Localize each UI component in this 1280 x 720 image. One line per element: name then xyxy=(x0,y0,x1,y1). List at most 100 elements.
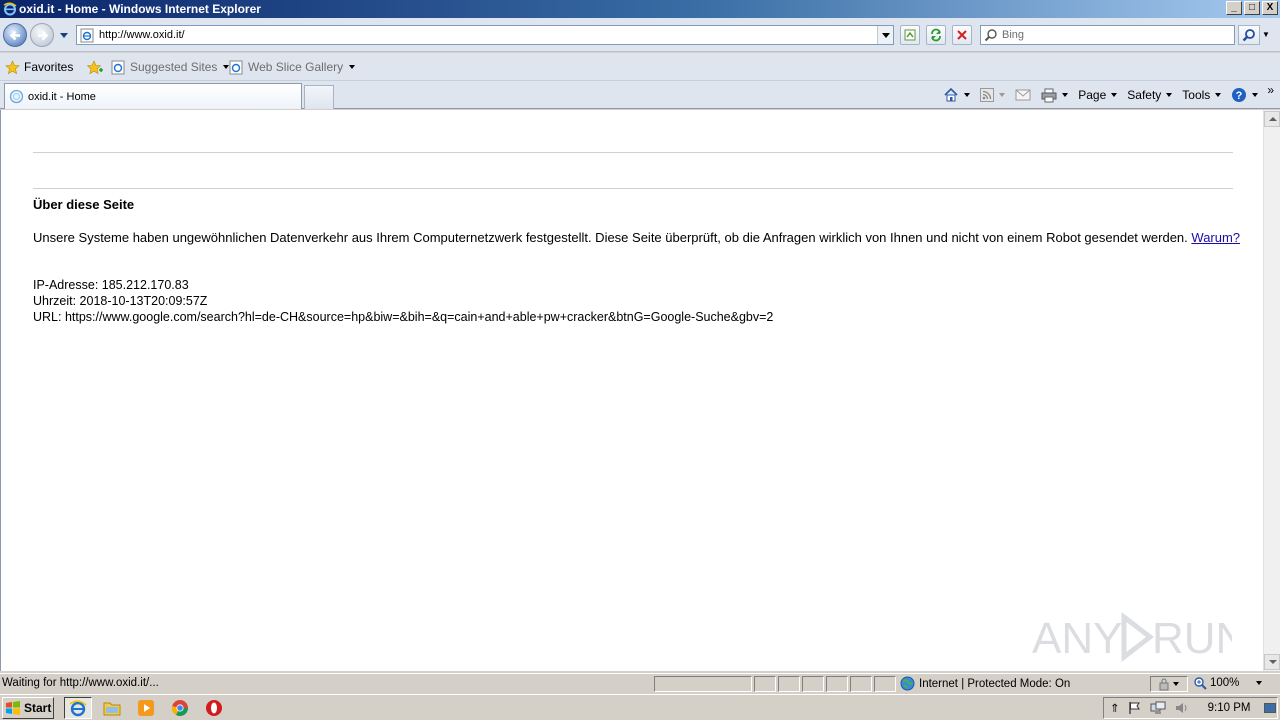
mail-icon xyxy=(1015,89,1031,101)
clock[interactable]: 9:10 PM xyxy=(1208,702,1251,714)
window-controls: _ □ X xyxy=(1226,1,1278,15)
address-dropdown-button[interactable] xyxy=(877,26,893,44)
back-button[interactable] xyxy=(3,23,27,47)
add-to-favorites-bar-button[interactable] xyxy=(86,58,104,76)
forward-button[interactable] xyxy=(30,23,54,47)
compatibility-button[interactable] xyxy=(900,25,920,45)
minimize-button[interactable]: _ xyxy=(1226,1,1242,15)
title-bar: oxid.it - Home - Windows Internet Explor… xyxy=(0,0,1280,18)
globe-icon xyxy=(900,676,915,691)
status-cell xyxy=(802,676,824,692)
lock-settings-icon xyxy=(1159,678,1179,691)
close-button[interactable]: X xyxy=(1262,1,1278,15)
command-bar: Page Safety Tools ? » xyxy=(938,81,1280,109)
address-url: http://www.oxid.it/ xyxy=(99,29,185,41)
refresh-button[interactable] xyxy=(926,25,946,45)
taskbar-explorer-button[interactable] xyxy=(98,697,126,719)
tab-loading-icon xyxy=(9,89,24,104)
vertical-scrollbar[interactable] xyxy=(1263,110,1280,671)
web-slice-gallery-dropdown-icon xyxy=(349,65,356,69)
suggested-sites-button[interactable]: Suggested Sites xyxy=(111,58,230,76)
page-ie-icon xyxy=(80,28,94,43)
tools-menu-dropdown-icon xyxy=(1215,93,1222,97)
search-options-dropdown-icon[interactable]: ▼ xyxy=(1262,30,1270,39)
maximize-button[interactable]: □ xyxy=(1244,1,1260,15)
status-cell xyxy=(874,676,896,692)
taskbar-media-player-button[interactable] xyxy=(132,697,160,719)
web-slice-gallery-label: Web Slice Gallery xyxy=(248,60,344,74)
action-center-flag-icon[interactable] xyxy=(1128,701,1142,715)
favorites-label: Favorites xyxy=(24,60,74,74)
recent-pages-dropdown-icon[interactable] xyxy=(59,30,69,40)
security-zone[interactable]: Internet | Protected Mode: On xyxy=(900,676,1070,691)
forward-arrow-icon xyxy=(38,30,49,41)
help-icon: ? xyxy=(1232,88,1247,102)
taskbar-ie-button[interactable] xyxy=(64,697,92,719)
scroll-up-button[interactable] xyxy=(1264,111,1280,127)
svg-text:?: ? xyxy=(1236,90,1243,102)
page-heading: Über diese Seite xyxy=(33,197,135,212)
status-text: Waiting for http://www.oxid.it/... xyxy=(2,677,159,689)
volume-icon[interactable] xyxy=(1174,701,1190,715)
navigation-bar: http://www.oxid.it/ Bing ▼ xyxy=(0,18,1280,52)
stop-button[interactable] xyxy=(952,25,972,45)
show-desktop-icon[interactable] xyxy=(1264,703,1277,713)
safety-menu-button[interactable]: Safety xyxy=(1122,84,1177,106)
favorites-star-icon xyxy=(5,59,20,74)
home-dropdown-icon xyxy=(964,93,971,97)
protected-mode-cell[interactable] xyxy=(1150,676,1188,692)
feeds-dropdown-icon xyxy=(999,93,1006,97)
ip-address-line: IP-Adresse: 185.212.170.83 xyxy=(33,278,189,292)
zoom-dropdown-icon xyxy=(1256,681,1263,685)
search-button[interactable] xyxy=(1238,25,1260,45)
back-arrow-icon xyxy=(9,30,20,41)
rss-feed-icon xyxy=(980,88,995,102)
printer-icon xyxy=(1041,88,1057,102)
section-divider xyxy=(33,188,1233,189)
feeds-button[interactable] xyxy=(975,84,1010,106)
status-bar: Waiting for http://www.oxid.it/... Inter… xyxy=(0,673,1280,693)
stop-icon xyxy=(957,30,967,40)
taskbar: Start ⇑ 9:10 PM xyxy=(0,694,1280,720)
zone-label: Internet | Protected Mode: On xyxy=(919,677,1071,690)
taskbar-opera-button[interactable] xyxy=(200,697,228,719)
suggested-sites-icon xyxy=(111,60,125,74)
new-tab-button[interactable] xyxy=(304,85,334,109)
scroll-down-button[interactable] xyxy=(1264,654,1280,670)
help-button[interactable]: ? xyxy=(1226,84,1263,106)
svg-text:RUN: RUN xyxy=(1152,614,1232,663)
show-hidden-icons-icon[interactable]: ⇑ xyxy=(1110,701,1120,715)
safety-menu-dropdown-icon xyxy=(1166,93,1173,97)
page-menu-button[interactable]: Page xyxy=(1073,84,1122,106)
page-menu-dropdown-icon xyxy=(1111,93,1118,97)
compatibility-view-icon xyxy=(904,29,916,41)
help-dropdown-icon xyxy=(1252,93,1259,97)
tab-oxid-home[interactable]: oxid.it - Home xyxy=(4,83,302,109)
print-button[interactable] xyxy=(1036,84,1073,106)
address-bar[interactable]: http://www.oxid.it/ xyxy=(76,25,894,45)
search-magnifier-icon xyxy=(984,29,997,42)
read-mail-button[interactable] xyxy=(1010,84,1036,106)
favorites-button[interactable]: Favorites xyxy=(5,58,73,76)
home-icon xyxy=(944,87,958,102)
request-info: IP-Adresse: 185.212.170.83 Uhrzeit: 2018… xyxy=(33,277,773,325)
internet-explorer-icon xyxy=(69,700,87,717)
network-icon[interactable] xyxy=(1150,701,1166,715)
timestamp-line: Uhrzeit: 2018-10-13T20:09:57Z xyxy=(33,294,208,308)
home-button[interactable] xyxy=(938,84,975,106)
tools-menu-button[interactable]: Tools xyxy=(1177,84,1226,106)
taskbar-chrome-button[interactable] xyxy=(166,697,194,719)
why-link[interactable]: Warum? xyxy=(1191,230,1240,245)
status-cell xyxy=(826,676,848,692)
command-bar-overflow-icon[interactable]: » xyxy=(1263,83,1280,107)
search-box[interactable]: Bing xyxy=(980,25,1235,45)
page-viewport: Über diese Seite Unsere Systeme haben un… xyxy=(0,110,1280,671)
chrome-icon xyxy=(171,700,188,716)
print-dropdown-icon xyxy=(1062,93,1069,97)
zoom-control[interactable]: 100% xyxy=(1193,676,1263,690)
svg-text:ANY: ANY xyxy=(1032,614,1122,663)
web-slice-gallery-button[interactable]: Web Slice Gallery xyxy=(229,58,356,76)
page-menu-label: Page xyxy=(1078,88,1107,102)
start-button[interactable]: Start xyxy=(2,697,54,719)
add-favorite-star-icon xyxy=(86,59,103,74)
